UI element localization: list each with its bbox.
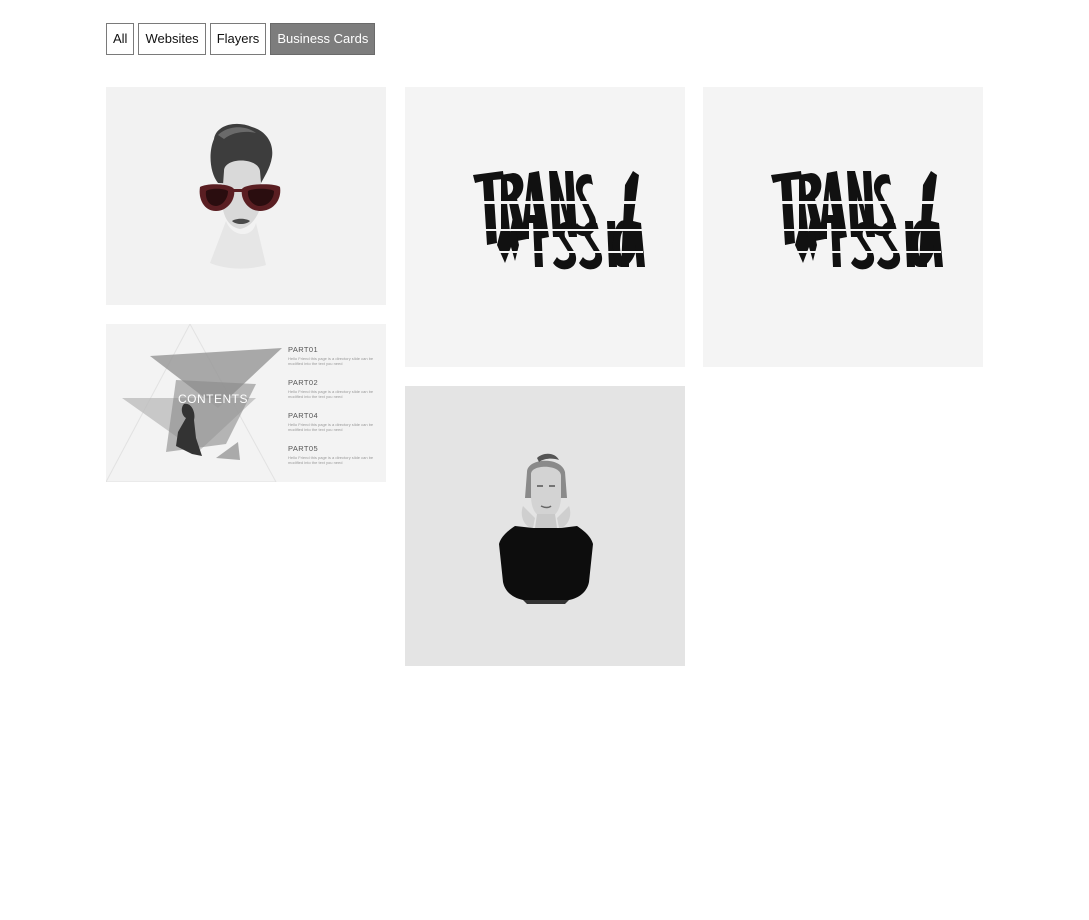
transmission-logo-image xyxy=(405,87,685,367)
transmission-logo-image xyxy=(703,87,983,367)
part-title: PART04 xyxy=(288,411,319,420)
part-body: Hello Friend this page is a directory sl… xyxy=(288,356,374,366)
filter-all-button[interactable]: All xyxy=(106,23,135,55)
portfolio-item-contents-slide[interactable]: CONTENTS PART01 Hello Friend this page i… xyxy=(106,324,386,482)
sunglasses-portrait-image xyxy=(106,87,386,305)
portfolio-item-transmission-logo[interactable] xyxy=(405,87,685,367)
portfolio-item-sunglasses-portrait[interactable] xyxy=(106,87,386,305)
contents-part: PART05 Hello Friend this page is a direc… xyxy=(288,444,380,465)
filter-bar: All Websites Flayers Business Cards xyxy=(106,23,376,55)
portfolio-item-black-sweater-portrait[interactable] xyxy=(405,386,685,666)
part-body: Hello Friend this page is a directory sl… xyxy=(288,455,374,465)
black-sweater-portrait-image xyxy=(405,386,685,666)
part-title: PART05 xyxy=(288,444,319,453)
part-body: Hello Friend this page is a directory sl… xyxy=(288,422,374,432)
filter-business-cards-button[interactable]: Business Cards xyxy=(270,23,376,55)
contents-slide-parts: PART01 Hello Friend this page is a direc… xyxy=(288,345,380,477)
portfolio-item-transmission-logo-2[interactable] xyxy=(703,87,983,367)
contents-slide-heading: CONTENTS xyxy=(178,392,248,406)
contents-part: PART04 Hello Friend this page is a direc… xyxy=(288,411,380,432)
filter-flayers-button[interactable]: Flayers xyxy=(209,23,267,55)
contents-part: PART01 Hello Friend this page is a direc… xyxy=(288,345,380,366)
part-title: PART01 xyxy=(288,345,319,354)
contents-part: PART02 Hello Friend this page is a direc… xyxy=(288,378,380,399)
part-title: PART02 xyxy=(288,378,319,387)
part-body: Hello Friend this page is a directory sl… xyxy=(288,389,374,399)
filter-websites-button[interactable]: Websites xyxy=(138,23,206,55)
